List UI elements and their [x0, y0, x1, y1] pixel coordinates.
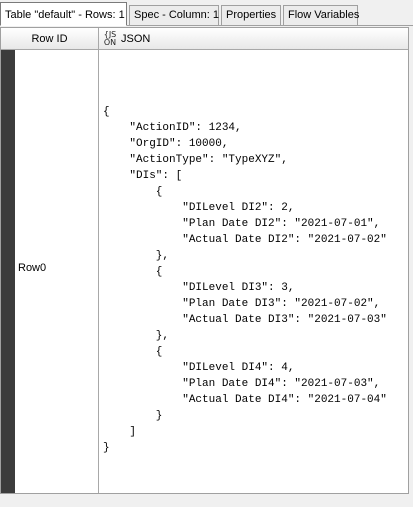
tab-flow-variables[interactable]: Flow Variables [283, 5, 359, 25]
column-header-row-id[interactable]: Row ID [1, 28, 99, 50]
json-type-icon: {JS ON [103, 29, 117, 47]
row-id-label: Row0 [18, 262, 47, 274]
table-view-window: Table "default" - Rows: 1 Spec - Column:… [0, 0, 413, 507]
tab-spec[interactable]: Spec - Column: 1 [129, 5, 219, 25]
tab-table-default[interactable]: Table "default" - Rows: 1 [0, 2, 127, 26]
column-header-json-label: JSON [121, 32, 151, 45]
tab-properties[interactable]: Properties [221, 5, 281, 25]
json-cell[interactable]: { "ActionID": 1234, "OrgID": 10000, "Act… [100, 50, 408, 493]
row-selection-stripe [1, 50, 15, 493]
row-id-cell[interactable]: Row0 [15, 50, 99, 493]
tab-bar: Table "default" - Rows: 1 Spec - Column:… [0, 0, 413, 26]
json-cell-value: { "ActionID": 1234, "OrgID": 10000, "Act… [103, 106, 387, 454]
data-table: Row ID {JS ON JSON Row0 { "ActionID": 12… [0, 27, 409, 494]
column-header-json[interactable]: {JS ON JSON [99, 28, 408, 50]
